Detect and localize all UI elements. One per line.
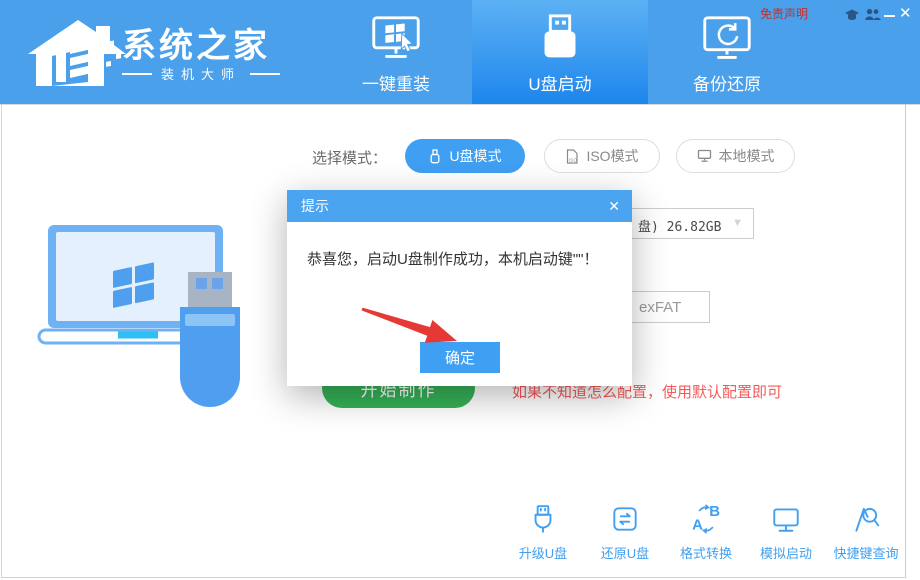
footer-label: 模拟启动 [750,543,822,562]
iso-file-icon: ISO [565,149,579,164]
laptop-usb-illustration [35,215,265,415]
brand-name: 系统之家 [122,18,270,67]
footer-label: 还原U盘 [589,543,661,562]
brand-logo-icon [26,12,128,92]
tab-label: 一键重装 [320,70,472,95]
flag-magnifier-icon [850,503,882,535]
dialog-title: 提示 [301,198,329,214]
tab-usb-boot[interactable]: U盘启动 [472,0,648,104]
monitor-icon [770,503,802,535]
mode-select-label: 选择模式： [312,147,387,168]
tab-one-key-reinstall[interactable]: 一键重装 [320,0,472,104]
window-bottom-border [1,577,906,578]
header-bar: 系统之家 装机大师 一键重装 [0,0,920,105]
format-value: exFAT [639,299,681,316]
users-icon[interactable] [864,7,881,21]
svg-text:B: B [709,503,720,520]
dialog-titlebar: 提示 ✕ [287,190,632,222]
footer-restore-usb[interactable]: 还原U盘 [589,503,661,562]
usb-small-icon [428,149,442,164]
tab-label: 备份还原 [648,70,806,95]
dialog-ok-button[interactable]: 确定 [420,342,500,373]
monitor-small-icon [697,149,712,163]
usb-device-value: 盘) 26.82GB [638,216,721,235]
minimize-button[interactable] [884,15,895,17]
subtitle-dash-right [250,73,280,75]
success-dialog: 提示 ✕ 恭喜您，启动U盘制作成功，本机启动键""！ 确定 [287,190,632,386]
app-window: 系统之家 装机大师 一键重装 [0,0,920,580]
disclaimer-link[interactable]: 免责声明 [760,5,808,22]
mode-option-label: 本地模式 [719,146,775,166]
footer-label: 格式转换 [670,543,742,562]
brand-subtitle: 装机大师 [122,64,280,83]
monitor-restore-icon [698,12,756,70]
window-left-border [1,104,2,578]
dialog-close-icon[interactable]: ✕ [608,190,620,222]
dropdown-caret-icon: ▼ [732,217,743,229]
mode-iso-button[interactable]: ISO ISO模式 [544,139,660,173]
svg-text:ISO: ISO [569,157,577,162]
monitor-windows-cursor-icon [367,12,425,70]
footer-label: 快捷键查询 [826,543,906,562]
tab-label: U盘启动 [472,70,648,95]
mode-option-label: U盘模式 [449,146,501,166]
mode-local-button[interactable]: 本地模式 [676,139,795,173]
service-hat-icon[interactable] [844,7,860,21]
footer-upgrade-usb[interactable]: 升级U盘 [507,503,579,562]
usb-drive-icon [531,12,589,70]
usb-plug-icon [527,503,559,535]
mode-option-label: ISO模式 [586,146,638,166]
a-to-b-convert-icon: A B [690,503,722,535]
dialog-message: 恭喜您，启动U盘制作成功，本机启动键""！ [307,248,598,269]
footer-format-convert[interactable]: A B 格式转换 [670,503,742,562]
close-button[interactable]: ✕ [899,4,912,22]
footer-simulate-boot[interactable]: 模拟启动 [750,503,822,562]
footer-label: 升级U盘 [507,543,579,562]
subtitle-dash-left [122,73,152,75]
mode-usb-button[interactable]: U盘模式 [405,139,525,173]
restore-square-icon [609,503,641,535]
svg-text:A: A [692,517,703,534]
footer-hotkey-query[interactable]: 快捷键查询 [826,503,906,562]
